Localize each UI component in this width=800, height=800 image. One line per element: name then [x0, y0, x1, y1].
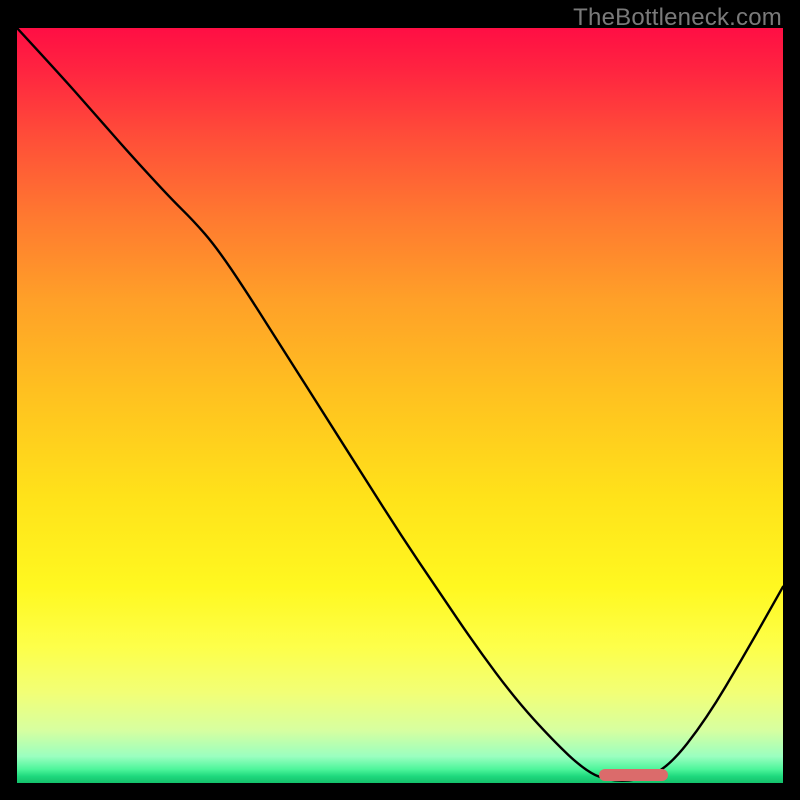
- plot-area: [17, 28, 783, 783]
- chart-frame: TheBottleneck.com: [0, 0, 800, 800]
- watermark-text: TheBottleneck.com: [573, 4, 782, 32]
- optimum-marker: [599, 769, 668, 781]
- bottleneck-curve: [17, 28, 783, 783]
